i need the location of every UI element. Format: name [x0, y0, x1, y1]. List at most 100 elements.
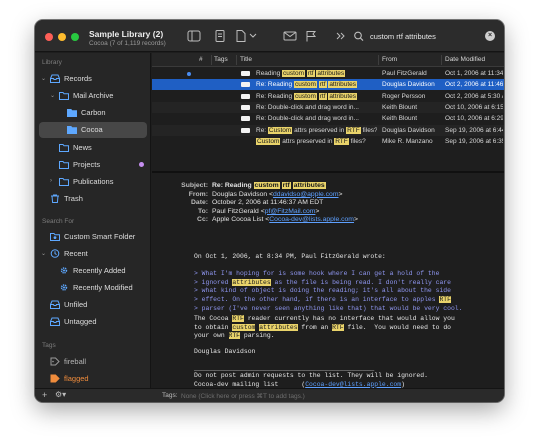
label-dot — [139, 162, 144, 167]
search-highlight: custom — [293, 92, 317, 100]
divider-rule: ________________________________________… — [194, 365, 375, 372]
email-link[interactable]: Cocoa-dev@lists.apple.com — [305, 381, 401, 388]
message-view: Subject: Re: Reading custom rtf attribute… — [152, 173, 504, 388]
chevron-down-icon[interactable]: ⌄ — [41, 250, 46, 257]
sidebar-heading-library: Library — [42, 59, 62, 66]
search-field[interactable]: custom rtf attributes × — [353, 29, 497, 44]
row-title: Custom attrs preserved in RTF files? — [256, 137, 366, 145]
table-row[interactable]: Re: Reading custom rtf attributes Douglas… — [152, 79, 504, 91]
reply-line: to obtain custom attributes from an RTF … — [194, 323, 451, 331]
notes-icon[interactable] — [213, 30, 227, 42]
unread-dot — [187, 72, 191, 76]
table-row[interactable]: Re: Custom attrs preserved in RTF files?… — [152, 124, 504, 136]
column-header-date-modified[interactable]: Date Modified — [445, 56, 485, 63]
tag-icon — [50, 374, 60, 383]
row-from: Keith Blount — [382, 103, 418, 111]
sidebar-item-untagged[interactable]: Untagged — [35, 314, 151, 329]
list-header: # Tags Title From Date Modified — [152, 53, 504, 67]
search-highlight: custom — [293, 81, 317, 89]
gear-icon[interactable]: ⚙▾ — [55, 390, 66, 399]
search-highlight: RTF — [232, 315, 244, 322]
document-icon[interactable] — [234, 30, 248, 42]
header-key: To: — [197, 207, 208, 215]
table-row[interactable]: Re: Double-click and drag word in... Keit… — [152, 101, 504, 113]
folder-icon — [59, 177, 69, 186]
search-highlight: Custom — [256, 137, 281, 145]
row-date: Sep 19, 2006 at 6:35 PM — [445, 137, 503, 145]
header-value: Re: Reading custom rtf attributes — [212, 182, 326, 189]
close-window-button[interactable] — [45, 33, 53, 41]
email-link[interactable]: Cocoa-dev@lists.apple.com — [269, 216, 354, 223]
chevron-down-icon[interactable]: ⌄ — [50, 92, 55, 99]
add-icon[interactable]: + — [42, 390, 47, 400]
sidebar-item-projects[interactable]: Projects — [35, 157, 151, 172]
bottom-bar: + ⚙▾ Tags: None (Click here or press ⌘T … — [35, 388, 504, 402]
sidebar-item-publications[interactable]: › Publications — [35, 174, 151, 189]
header-value: Apple Cocoa List <Cocoa-dev@lists.apple.… — [212, 216, 358, 224]
row-from: Douglas Davidson — [382, 81, 435, 89]
sidebar-item-recently-added[interactable]: Recently Added — [35, 263, 151, 278]
sidebar-item-news[interactable]: News — [35, 140, 151, 155]
row-title: Reading custom rtf attributes — [256, 70, 346, 77]
search-highlight: attributes — [232, 278, 271, 286]
sidebar-item-recent[interactable]: ⌄ Recent — [35, 246, 151, 261]
reply-line: The Cocoa RTF reader currently has no in… — [194, 315, 455, 322]
sidebar-item-cocoa[interactable]: Cocoa — [39, 122, 147, 138]
clear-search-icon[interactable]: × — [485, 31, 495, 41]
sidebar-icon[interactable] — [187, 30, 201, 42]
table-row[interactable]: Re: Reading custom rtf attributes Roger P… — [152, 91, 504, 102]
header-value: Paul FitzGerald <pf@FitzMail.com> — [212, 207, 320, 215]
column-header-title[interactable]: Title — [240, 56, 252, 63]
column-header-from[interactable]: From — [382, 56, 397, 63]
quoted-line: > what kind of object is doing the readi… — [194, 287, 451, 295]
search-highlight: rtf — [318, 81, 327, 89]
sidebar-item-carbon[interactable]: Carbon — [35, 105, 151, 120]
column-header-tags[interactable]: Tags — [214, 56, 228, 63]
sidebar-item-custom-smart-folder[interactable]: Custom Smart Folder — [35, 229, 151, 244]
window-subtitle: Cocoa (7 of 1,119 records) — [89, 40, 166, 47]
tag-swatch — [241, 82, 250, 88]
search-highlight: custom — [282, 70, 305, 77]
gear-folder-icon — [50, 232, 60, 241]
compose-icon[interactable] — [283, 30, 297, 42]
search-input[interactable]: custom rtf attributes — [370, 32, 436, 41]
sidebar-item-records[interactable]: ⌄ Records — [35, 71, 151, 86]
flag-icon[interactable] — [304, 30, 318, 42]
tags-field[interactable]: None (Click here or press ⌘T to add tags… — [181, 392, 305, 400]
chevron-right-icon[interactable]: › — [50, 178, 52, 184]
more-icon[interactable] — [334, 30, 348, 42]
sidebar-tag-fireball[interactable]: fireball — [35, 354, 151, 369]
column-header-number[interactable]: # — [199, 56, 203, 63]
search-highlight: RTF — [228, 332, 241, 340]
row-date: Oct 2, 2006 at 11:46 AM — [445, 81, 503, 89]
sidebar-tag-flagged[interactable]: flagged — [35, 371, 151, 386]
toolbar: Sample Library (2) Cocoa (7 of 1,119 rec… — [35, 20, 504, 52]
search-highlight: Custom — [267, 126, 293, 134]
table-row[interactable]: Re: Double-click and drag word in... Keit… — [152, 113, 504, 124]
email-link[interactable]: ddavidso@apple.com — [273, 191, 338, 198]
search-highlight: RTF — [334, 137, 349, 145]
clock-icon — [50, 249, 60, 258]
row-date: Oct 10, 2006 at 6:15 PM — [445, 103, 503, 111]
sidebar-item-recently-modified[interactable]: Recently Modified — [35, 280, 151, 295]
search-highlight: attributes — [259, 323, 298, 331]
row-from: Paul FitzGerald — [382, 70, 427, 77]
table-row[interactable]: Reading custom rtf attributes Paul FitzGe… — [152, 68, 504, 79]
sidebar-item-trash[interactable]: Trash — [35, 191, 151, 206]
quoted-line: > What I'm hoping for is some hook where… — [194, 270, 440, 277]
search-highlight: RTF — [332, 323, 344, 331]
row-date: Oct 1, 2006 at 11:34 PM — [445, 70, 503, 77]
row-from: Roger Persson — [382, 92, 426, 100]
header-value: October 2, 2006 at 11:46:37 AM EDT — [212, 199, 324, 207]
sidebar-item-unfiled[interactable]: Unfiled — [35, 297, 151, 312]
search-highlight: custom — [232, 323, 256, 331]
sidebar-item-mail-archive[interactable]: ⌄ Mail Archive — [35, 88, 151, 103]
minimize-window-button[interactable] — [58, 33, 66, 41]
tag-swatch — [241, 127, 250, 133]
chevron-down-icon[interactable]: ⌄ — [41, 75, 46, 82]
table-row[interactable]: Custom attrs preserved in RTF files? Mike… — [152, 136, 504, 147]
gear-icon — [59, 266, 69, 275]
zoom-window-button[interactable] — [71, 33, 79, 41]
chevron-down-icon[interactable] — [248, 30, 258, 42]
email-link[interactable]: pf@FitzMail.com — [265, 208, 316, 215]
